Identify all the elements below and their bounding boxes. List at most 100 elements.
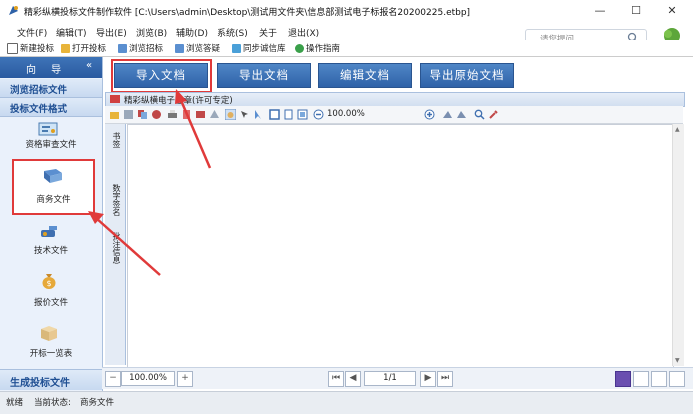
prev-page-button[interactable]: ◀ — [345, 371, 361, 387]
menu-exit[interactable]: 退出(X) — [288, 26, 319, 39]
copy-icon[interactable] — [137, 109, 148, 120]
guide-button[interactable]: 操作指南 — [295, 42, 340, 54]
first-page-button[interactable]: ⏮ — [328, 371, 344, 387]
guide-label: 操作指南 — [306, 44, 341, 54]
fit-width-icon[interactable] — [283, 109, 294, 120]
menu-export[interactable]: 导出(E) — [96, 26, 127, 39]
continuous-view-icon[interactable] — [633, 371, 649, 387]
status-current-label: 当前状态: — [34, 398, 71, 408]
settings-tools-icon[interactable] — [488, 109, 499, 120]
two-page-continuous-view-icon[interactable] — [669, 371, 685, 387]
nav-browse-tender[interactable]: 浏览招标文件 — [0, 79, 102, 98]
text-select-icon[interactable] — [239, 109, 250, 120]
select-icon[interactable] — [253, 109, 264, 120]
rotate-right-icon[interactable] — [456, 109, 467, 120]
export-document-button[interactable]: 导出文档 — [217, 63, 311, 88]
new-file-icon — [7, 42, 18, 54]
last-page-button[interactable]: ⏭ — [437, 371, 453, 387]
nav-item-qualification[interactable]: 资格审查文件 — [0, 118, 102, 160]
edit-document-button[interactable]: 编辑文档 — [318, 63, 412, 88]
new-bid-button[interactable]: 新建投标 — [7, 42, 54, 54]
nav-title: 向 导 — [26, 65, 68, 76]
two-page-view-icon[interactable] — [651, 371, 667, 387]
print-icon[interactable] — [167, 109, 178, 120]
zoom-in-button[interactable]: + — [177, 371, 193, 387]
zoom-input[interactable]: 100.00% — [121, 371, 175, 386]
guide-icon — [295, 43, 304, 53]
hand-tool-icon[interactable] — [225, 109, 236, 120]
zoom-in-icon[interactable] — [424, 109, 435, 120]
single-page-view-icon[interactable] — [615, 371, 631, 387]
tab-digital-signature[interactable]: 数字签名 — [108, 184, 122, 216]
menu-edit[interactable]: 编辑(T) — [56, 26, 87, 39]
nav-opening-list-label: 开标一览表 — [29, 349, 73, 359]
nav-item-opening-list[interactable]: 开标一览表 — [0, 324, 102, 360]
browse-qa-button[interactable]: 浏览答疑 — [175, 42, 220, 54]
nav-item-business[interactable]: 商务文件 — [12, 159, 95, 215]
document-canvas[interactable] — [127, 124, 674, 368]
document-toolbar: 100.00% — [105, 106, 683, 124]
open-bid-label: 打开投标 — [72, 44, 107, 54]
nav-item-technical[interactable]: 技术文件 — [0, 224, 102, 258]
find-icon[interactable] — [474, 109, 485, 120]
money-bag-icon: $ — [42, 274, 56, 289]
actual-size-icon[interactable] — [297, 109, 308, 120]
open-icon[interactable] — [109, 109, 120, 120]
next-page-button[interactable]: ▶ — [420, 371, 436, 387]
page-indicator[interactable]: 1/1 — [364, 371, 416, 386]
tab-bookmarks[interactable]: 书签 — [108, 132, 122, 148]
title-bar: 精彩纵横投标文件制作软件 [C:\Users\admin\Desktop\测试用… — [0, 0, 693, 22]
close-button[interactable]: ✕ — [658, 3, 686, 19]
scroll-up-icon[interactable]: ▲ — [675, 126, 680, 133]
sync-credit-label: 同步诚信库 — [243, 44, 286, 54]
zoom-out-icon[interactable] — [313, 109, 324, 120]
stamp-icon[interactable] — [209, 109, 220, 120]
open-bid-button[interactable]: 打开投标 — [61, 42, 106, 54]
new-bid-label: 新建投标 — [20, 44, 55, 54]
sync-icon — [232, 43, 241, 53]
book-icon[interactable] — [195, 109, 206, 120]
business-document-icon — [44, 169, 62, 183]
svg-text:$: $ — [46, 279, 51, 288]
rotate-left-icon[interactable] — [442, 109, 453, 120]
import-document-button[interactable]: 导入文档 — [114, 63, 208, 88]
nav-generate-bid[interactable]: 生成投标文件 — [0, 369, 102, 390]
nav-bid-format[interactable]: 投标文件格式 — [0, 98, 102, 117]
nav-header: 向 导 « — [0, 57, 102, 78]
menu-about[interactable]: 关于 — [259, 26, 277, 39]
delete-icon[interactable] — [151, 109, 162, 120]
window-title: 精彩纵横投标文件制作软件 [C:\Users\admin\Desktop\测试用… — [24, 5, 470, 18]
vertical-scrollbar[interactable]: ▲ ▼ — [672, 124, 684, 366]
nav-technical-label: 技术文件 — [33, 246, 68, 256]
nav-item-quotation[interactable]: $ 报价文件 — [0, 272, 102, 308]
folder-icon — [61, 43, 70, 53]
save-icon[interactable] — [123, 109, 134, 120]
menu-browse[interactable]: 浏览(B) — [136, 26, 167, 39]
nav-qualification-label: 资格审查文件 — [25, 140, 77, 150]
toolbar: 新建投标 打开投标 浏览招标 浏览答疑 同步诚信库 操作指南 — [0, 40, 693, 57]
nav-browse-label: 浏览招标文件 — [10, 85, 68, 96]
fit-page-icon[interactable] — [269, 109, 280, 120]
collapse-icon[interactable]: « — [86, 60, 92, 71]
certificate-icon — [38, 122, 58, 136]
app-logo-icon — [9, 6, 18, 15]
browse-tender-label: 浏览招标 — [129, 44, 164, 54]
document-header: 精彩纵横电子签章(许可专定) — [105, 92, 685, 107]
menu-file[interactable]: 文件(F) — [17, 26, 47, 39]
signature-icon — [110, 95, 120, 103]
status-bar: 就绪 当前状态: 商务文件 — [0, 391, 693, 414]
nav-quotation-label: 报价文件 — [33, 298, 68, 308]
page-icon[interactable] — [181, 109, 192, 120]
zoom-out-button[interactable]: − — [105, 371, 121, 387]
minimize-button[interactable]: — — [586, 3, 614, 19]
nav-format-label: 投标文件格式 — [10, 104, 68, 115]
tab-annotations[interactable]: 批注信息 — [108, 232, 122, 264]
sync-credit-button[interactable]: 同步诚信库 — [232, 42, 286, 54]
menu-system[interactable]: 系统(S) — [217, 26, 248, 39]
export-original-button[interactable]: 导出原始文档 — [420, 63, 514, 88]
pager-bar: − 100.00% + ⏮ ◀ 1/1 ▶ ⏭ — [102, 367, 693, 389]
scroll-down-icon[interactable]: ▼ — [675, 357, 680, 364]
maximize-button[interactable]: ☐ — [622, 3, 650, 19]
browse-tender-button[interactable]: 浏览招标 — [118, 42, 163, 54]
menu-assist[interactable]: 辅助(D) — [176, 26, 208, 39]
